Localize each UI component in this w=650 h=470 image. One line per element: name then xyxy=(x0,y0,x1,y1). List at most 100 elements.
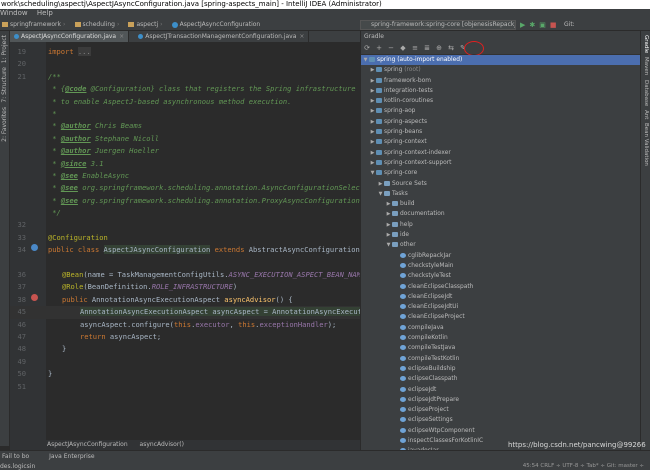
task-item[interactable]: compileKotlin xyxy=(361,333,640,343)
code-line: 32 xyxy=(17,220,26,230)
breadcrumb-aspectj[interactable]: aspectj › xyxy=(126,18,164,30)
tree-node-project[interactable]: ▶ integration-tests xyxy=(361,86,640,96)
toggle-offline-icon[interactable]: ⇆ xyxy=(445,42,457,54)
run-icon[interactable]: ▶ xyxy=(520,21,525,29)
tree-node-project[interactable]: ▶ spring-context xyxy=(361,137,640,147)
gear-icon xyxy=(400,252,406,258)
status-left-text: des.logicsin xyxy=(0,463,36,470)
gear-icon xyxy=(400,335,406,341)
task-item[interactable]: compileJava xyxy=(361,323,640,333)
code-line: 50} xyxy=(17,369,53,379)
task-item[interactable]: cleanEclipseJdtUi xyxy=(361,302,640,312)
stop-icon[interactable]: ■ xyxy=(550,21,557,29)
editor-tab-async[interactable]: AspectJAsyncConfiguration.java × xyxy=(10,31,130,42)
task-item[interactable]: eclipseSettings xyxy=(361,415,640,425)
refresh-icon[interactable]: ⟳ xyxy=(361,42,373,54)
code-line: * xyxy=(48,108,57,118)
close-icon[interactable]: × xyxy=(299,33,304,40)
elephant-icon[interactable]: ◆ xyxy=(397,42,409,54)
gradle-panel: Gradle ⟳ + − ◆ ≡ ≣ ⊕ ⇆ ✎ ▼ spring (auto-import en… xyxy=(360,31,640,450)
tool-database[interactable]: Database xyxy=(643,80,649,106)
task-item[interactable]: cleanEclipseProject xyxy=(361,312,640,322)
task-item[interactable]: checkstyleMain xyxy=(361,261,640,271)
gradle-icon xyxy=(376,108,382,114)
tree-node-source-sets[interactable]: ▶ Source Sets xyxy=(361,179,640,189)
menu-bar: Window Help xyxy=(0,9,650,18)
link-icon[interactable]: ⊕ xyxy=(433,42,445,54)
task-item[interactable]: eclipseBuildship xyxy=(361,364,640,374)
remove-icon[interactable]: − xyxy=(385,42,397,54)
tree-node-project[interactable]: ▶ kotlin-coroutines xyxy=(361,96,640,106)
tree-node-task-group[interactable]: ▶ build xyxy=(361,199,640,209)
tree-node-project[interactable]: ▶ spring-beans xyxy=(361,127,640,137)
breadcrumb-scheduling[interactable]: scheduling › xyxy=(73,18,122,30)
tree-node-project[interactable]: ▶ spring-context-support xyxy=(361,158,640,168)
task-item[interactable]: eclipseJdtPrepare xyxy=(361,395,640,405)
editor-crumb-method[interactable]: asyncAdvisor() xyxy=(140,441,184,448)
close-icon[interactable]: × xyxy=(119,33,124,40)
gradle-icon xyxy=(369,57,375,62)
tree-node-project[interactable]: ▶ spring-aop xyxy=(361,106,640,116)
task-item[interactable]: eclipseProject xyxy=(361,405,640,415)
task-item[interactable]: cleanEclipseClasspath xyxy=(361,282,640,292)
task-item[interactable]: eclipseClasspath xyxy=(361,374,640,384)
overridden-method-icon[interactable] xyxy=(31,244,38,252)
tree-node-project[interactable]: ▶ framework-bom xyxy=(361,76,640,86)
code-line: 34 public class AspectJAsyncConfiguration… xyxy=(17,244,360,255)
add-icon[interactable]: + xyxy=(373,42,385,54)
task-item[interactable]: checkstyleTest xyxy=(361,271,640,281)
task-item[interactable]: compileTestJava xyxy=(361,343,640,353)
tree-node-task-group[interactable]: ▶ help xyxy=(361,220,640,230)
tree-node-tasks[interactable]: ▼ Tasks xyxy=(361,189,640,199)
tree-node-project[interactable]: ▶ spring-context-indexer xyxy=(361,148,640,158)
editor-tab-transaction[interactable]: AspectJTransactionManagementConfiguratio… xyxy=(134,31,310,42)
tool-project[interactable]: 1: Project xyxy=(1,35,8,63)
collapse-icon[interactable]: ≣ xyxy=(421,42,433,54)
tool-ant[interactable]: Ant xyxy=(643,110,649,119)
java-enterprise-tab[interactable]: Java Enterprise xyxy=(49,453,94,460)
debug-icon[interactable]: ✱ xyxy=(529,21,535,29)
gear-icon xyxy=(400,417,406,423)
task-item[interactable]: cleanEclipseJdt xyxy=(361,292,640,302)
task-item[interactable]: compileTestKotlin xyxy=(361,354,640,364)
breakpoint-icon[interactable] xyxy=(31,293,38,301)
tree-node-task-group[interactable]: ▶ ide xyxy=(361,230,640,240)
tool-bean-validation[interactable]: Bean Validation xyxy=(643,123,649,166)
tree-node-task-group[interactable]: ▶ documentation xyxy=(361,209,640,219)
breadcrumb-springframework[interactable]: springframework › xyxy=(0,18,67,30)
coverage-icon[interactable]: ▣ xyxy=(539,21,546,29)
task-item[interactable]: eclipseJdt xyxy=(361,385,640,395)
editor-crumb-class[interactable]: AspectJAsyncConfiguration xyxy=(47,441,128,448)
task-item[interactable]: cglibRepackJar xyxy=(361,251,640,261)
tree-node-project[interactable]: ▼ spring-core xyxy=(361,168,640,178)
gradle-icon xyxy=(376,129,382,135)
gradle-toolbar: ⟳ + − ◆ ≡ ≣ ⊕ ⇆ ✎ xyxy=(361,41,640,56)
folder-icon xyxy=(384,190,390,196)
breadcrumb-class[interactable]: AspectJAsyncConfiguration xyxy=(170,18,263,30)
tree-node-project[interactable]: ▶ spring (root) xyxy=(361,65,640,75)
gradle-icon xyxy=(376,159,382,165)
menu-window[interactable]: Window xyxy=(0,9,28,18)
folder-icon xyxy=(392,201,398,207)
task-item[interactable]: eclipseWtpComponent xyxy=(361,426,640,436)
gradle-icon xyxy=(376,118,382,124)
menu-help[interactable]: Help xyxy=(37,9,53,18)
status-message: Fail to bo Java Enterprise xyxy=(2,453,95,460)
expand-icon[interactable]: ≡ xyxy=(409,42,421,54)
tree-node-task-group[interactable]: ▼ other xyxy=(361,240,640,250)
gear-icon xyxy=(400,304,406,310)
tool-structure[interactable]: 7: Structure xyxy=(1,67,8,103)
class-icon xyxy=(14,34,19,39)
tree-node-root[interactable]: ▼ spring (auto-import enabled) xyxy=(361,55,640,66)
tool-favorites[interactable]: 2: Favorites xyxy=(1,107,8,142)
folder-icon xyxy=(384,180,390,186)
status-right-info[interactable]: 45:54 CRLF ÷ UTF-8 ÷ Tab* ÷ Git: master … xyxy=(523,462,644,470)
tree-node-project[interactable]: ▶ spring-aspects xyxy=(361,117,640,127)
code-line: * @see EnableAsync xyxy=(48,170,130,180)
gradle-icon xyxy=(376,170,382,176)
tool-gradle[interactable]: Gradle xyxy=(643,35,649,53)
code-editor[interactable]: 19 import ... 20 21/** * {@code @Configur… xyxy=(10,42,360,440)
run-configuration-select[interactable]: spring-framework:spring-core [objenesisR… xyxy=(360,20,516,30)
tool-maven[interactable]: Maven xyxy=(643,57,649,75)
